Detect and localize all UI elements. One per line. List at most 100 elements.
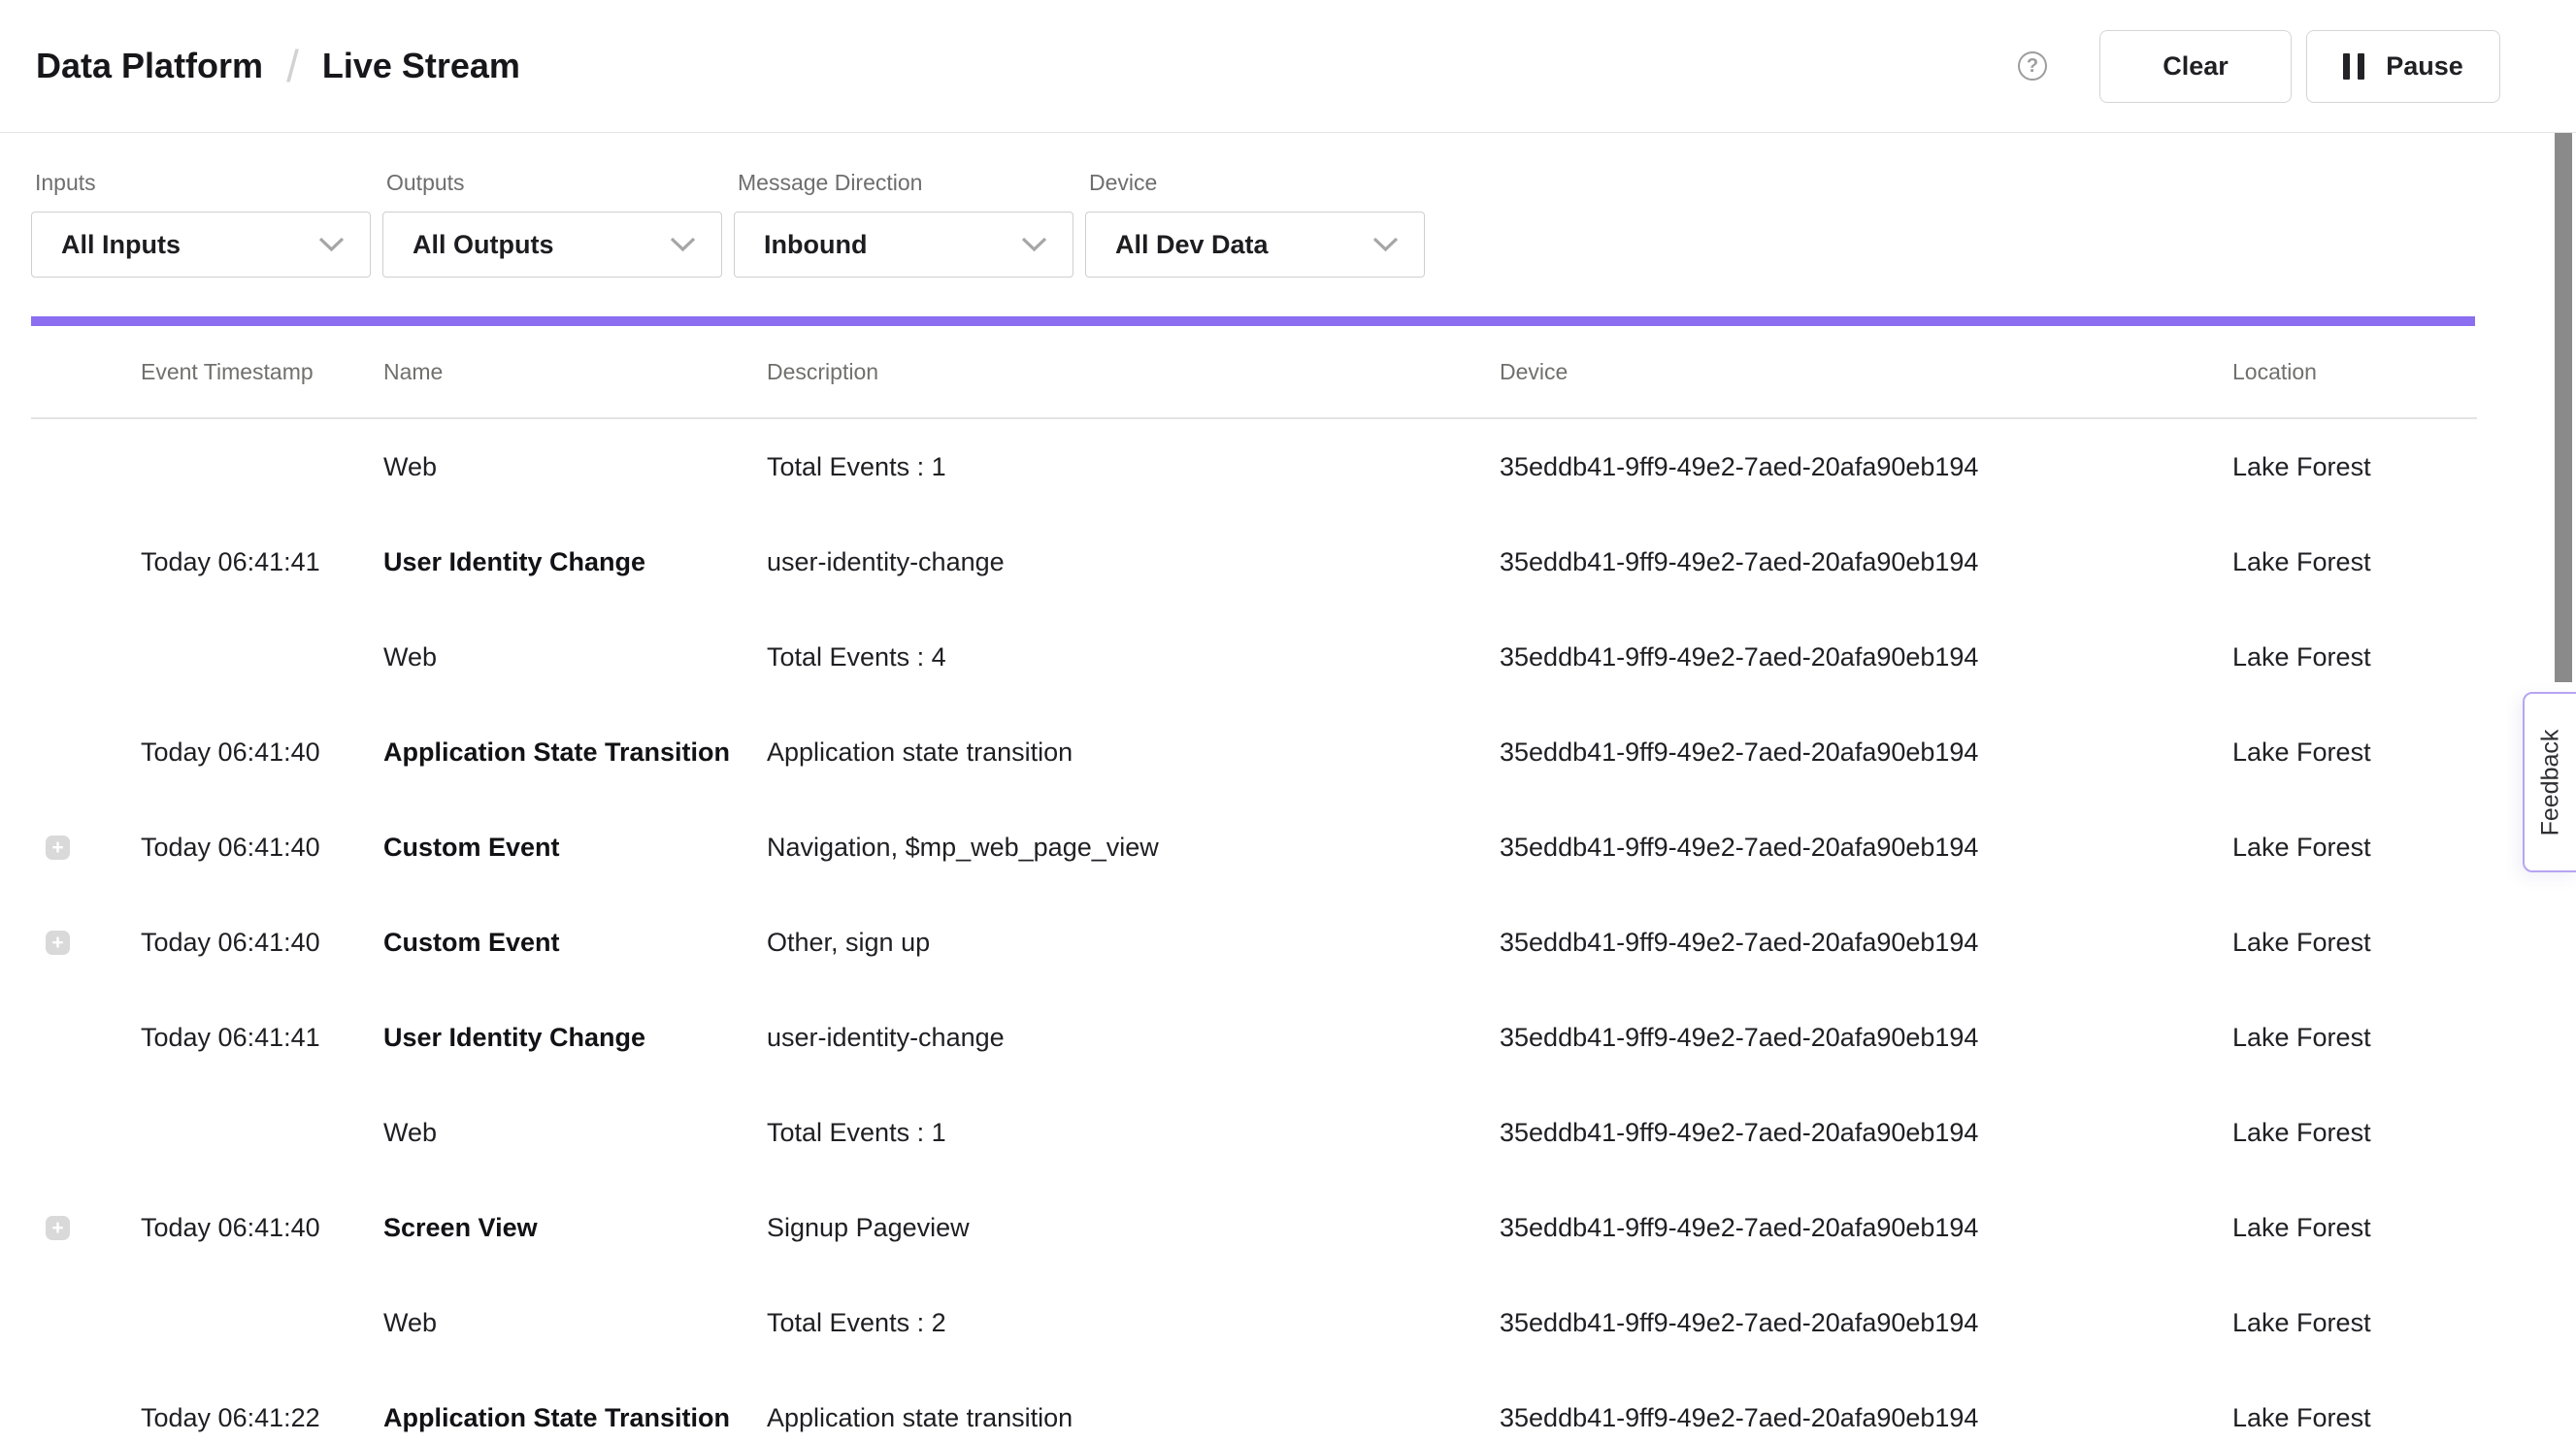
expand-row-button[interactable]: + [46, 1216, 70, 1240]
event-description-cell: user-identity-change [767, 547, 1500, 577]
event-description-cell: user-identity-change [767, 1023, 1500, 1053]
clear-button[interactable]: Clear [2099, 30, 2292, 103]
event-device-cell: 35eddb41-9ff9-49e2-7aed-20afa90eb194 [1500, 1023, 2232, 1053]
breadcrumb-data-platform[interactable]: Data Platform [36, 46, 263, 86]
message-direction-select-value: Inbound [764, 230, 867, 260]
event-location-cell: Lake Forest [2232, 642, 2477, 672]
outputs-select[interactable]: All Outputs [382, 212, 722, 278]
chevron-down-icon [670, 237, 696, 252]
filter-message-direction-label: Message Direction [734, 170, 1073, 196]
event-name-cell: Application State Transition [383, 1403, 767, 1433]
column-header-name: Name [383, 359, 767, 385]
table-header: Event Timestamp Name Description Device … [31, 326, 2477, 419]
event-device-cell: 35eddb41-9ff9-49e2-7aed-20afa90eb194 [1500, 1118, 2232, 1148]
event-name-cell: Custom Event [383, 928, 767, 958]
filter-inputs: Inputs All Inputs [31, 170, 371, 278]
column-header-device: Device [1500, 359, 2232, 385]
table-row[interactable]: Web Total Events : 2 35eddb41-9ff9-49e2-… [31, 1275, 2477, 1370]
event-timestamp-cell: Today 06:41:40 [141, 928, 383, 958]
inputs-select[interactable]: All Inputs [31, 212, 371, 278]
expand-row-button[interactable]: + [46, 836, 70, 860]
column-header-timestamp: Event Timestamp [141, 359, 383, 385]
event-name-cell: Custom Event [383, 833, 767, 863]
table-row[interactable]: + Today 06:41:40 Custom Event Other, sig… [31, 895, 2477, 990]
scrollbar-thumb[interactable] [2555, 133, 2572, 682]
event-name-cell: Web [383, 642, 767, 672]
pause-button[interactable]: Pause [2306, 30, 2500, 103]
event-location-cell: Lake Forest [2232, 547, 2477, 577]
event-device-cell: 35eddb41-9ff9-49e2-7aed-20afa90eb194 [1500, 1213, 2232, 1243]
event-description-cell: Total Events : 4 [767, 642, 1500, 672]
pause-button-label: Pause [2386, 51, 2463, 82]
table-row[interactable]: + Today 06:41:40 Custom Event Navigation… [31, 800, 2477, 895]
expand-cell: + [31, 836, 141, 860]
filter-outputs: Outputs All Outputs [382, 170, 722, 278]
event-description-cell: Total Events : 1 [767, 1118, 1500, 1148]
feedback-tab[interactable]: Feedback [2523, 692, 2576, 872]
event-name-cell: Web [383, 452, 767, 482]
chevron-down-icon [1021, 237, 1047, 252]
event-name-cell: User Identity Change [383, 1023, 767, 1053]
filters-bar: Inputs All Inputs Outputs All Outputs Me… [0, 133, 2576, 278]
event-description-cell: Total Events : 2 [767, 1308, 1500, 1338]
expand-row-button[interactable]: + [46, 931, 70, 955]
filter-device: Device All Dev Data [1085, 170, 1425, 278]
column-header-location: Location [2232, 359, 2477, 385]
table-row[interactable]: Today 06:41:41 User Identity Change user… [31, 514, 2477, 609]
expand-cell: + [31, 1216, 141, 1240]
event-location-cell: Lake Forest [2232, 1023, 2477, 1053]
table-row[interactable]: + Today 06:41:40 Screen View Signup Page… [31, 1180, 2477, 1275]
inputs-select-value: All Inputs [61, 230, 181, 260]
filter-device-label: Device [1085, 170, 1425, 196]
table-body: Web Total Events : 1 35eddb41-9ff9-49e2-… [31, 419, 2477, 1442]
event-device-cell: 35eddb41-9ff9-49e2-7aed-20afa90eb194 [1500, 833, 2232, 863]
breadcrumb-separator: / [286, 40, 299, 92]
event-device-cell: 35eddb41-9ff9-49e2-7aed-20afa90eb194 [1500, 737, 2232, 768]
event-description-cell: Application state transition [767, 737, 1500, 768]
event-description-cell: Total Events : 1 [767, 452, 1500, 482]
event-timestamp-cell: Today 06:41:41 [141, 547, 383, 577]
help-icon[interactable]: ? [2018, 51, 2047, 81]
table-row[interactable]: Web Total Events : 1 35eddb41-9ff9-49e2-… [31, 1085, 2477, 1180]
filter-message-direction: Message Direction Inbound [734, 170, 1073, 278]
table-row[interactable]: Web Total Events : 4 35eddb41-9ff9-49e2-… [31, 609, 2477, 705]
chevron-down-icon [1372, 237, 1399, 252]
event-description-cell: Navigation, $mp_web_page_view [767, 833, 1500, 863]
feedback-tab-label: Feedback [2537, 729, 2565, 836]
table-row[interactable]: Web Total Events : 1 35eddb41-9ff9-49e2-… [31, 419, 2477, 514]
message-direction-select[interactable]: Inbound [734, 212, 1073, 278]
event-location-cell: Lake Forest [2232, 1308, 2477, 1338]
event-location-cell: Lake Forest [2232, 1213, 2477, 1243]
event-timestamp-cell: Today 06:41:40 [141, 737, 383, 768]
event-name-cell: Web [383, 1308, 767, 1338]
event-timestamp-cell: Today 06:41:40 [141, 833, 383, 863]
event-timestamp-cell: Today 06:41:40 [141, 1213, 383, 1243]
event-device-cell: 35eddb41-9ff9-49e2-7aed-20afa90eb194 [1500, 1403, 2232, 1433]
table-row[interactable]: Today 06:41:22 Application State Transit… [31, 1370, 2477, 1442]
event-name-cell: User Identity Change [383, 547, 767, 577]
event-timestamp-cell: Today 06:41:41 [141, 1023, 383, 1053]
device-select-value: All Dev Data [1115, 230, 1269, 260]
filter-inputs-label: Inputs [31, 170, 371, 196]
accent-divider [31, 316, 2475, 326]
device-select[interactable]: All Dev Data [1085, 212, 1425, 278]
app-header: Data Platform / Live Stream ? Clear Paus… [0, 0, 2576, 133]
filter-outputs-label: Outputs [382, 170, 722, 196]
event-name-cell: Web [383, 1118, 767, 1148]
event-device-cell: 35eddb41-9ff9-49e2-7aed-20afa90eb194 [1500, 642, 2232, 672]
expand-cell: + [31, 931, 141, 955]
event-location-cell: Lake Forest [2232, 452, 2477, 482]
column-header-description: Description [767, 359, 1500, 385]
event-timestamp-cell: Today 06:41:22 [141, 1403, 383, 1433]
page-title: Live Stream [322, 46, 520, 86]
event-device-cell: 35eddb41-9ff9-49e2-7aed-20afa90eb194 [1500, 928, 2232, 958]
event-device-cell: 35eddb41-9ff9-49e2-7aed-20afa90eb194 [1500, 1308, 2232, 1338]
table-row[interactable]: Today 06:41:41 User Identity Change user… [31, 990, 2477, 1085]
event-description-cell: Signup Pageview [767, 1213, 1500, 1243]
pause-icon [2343, 53, 2364, 80]
table-row[interactable]: Today 06:41:40 Application State Transit… [31, 705, 2477, 800]
event-device-cell: 35eddb41-9ff9-49e2-7aed-20afa90eb194 [1500, 452, 2232, 482]
event-location-cell: Lake Forest [2232, 1403, 2477, 1433]
event-location-cell: Lake Forest [2232, 737, 2477, 768]
clear-button-label: Clear [2163, 51, 2229, 82]
